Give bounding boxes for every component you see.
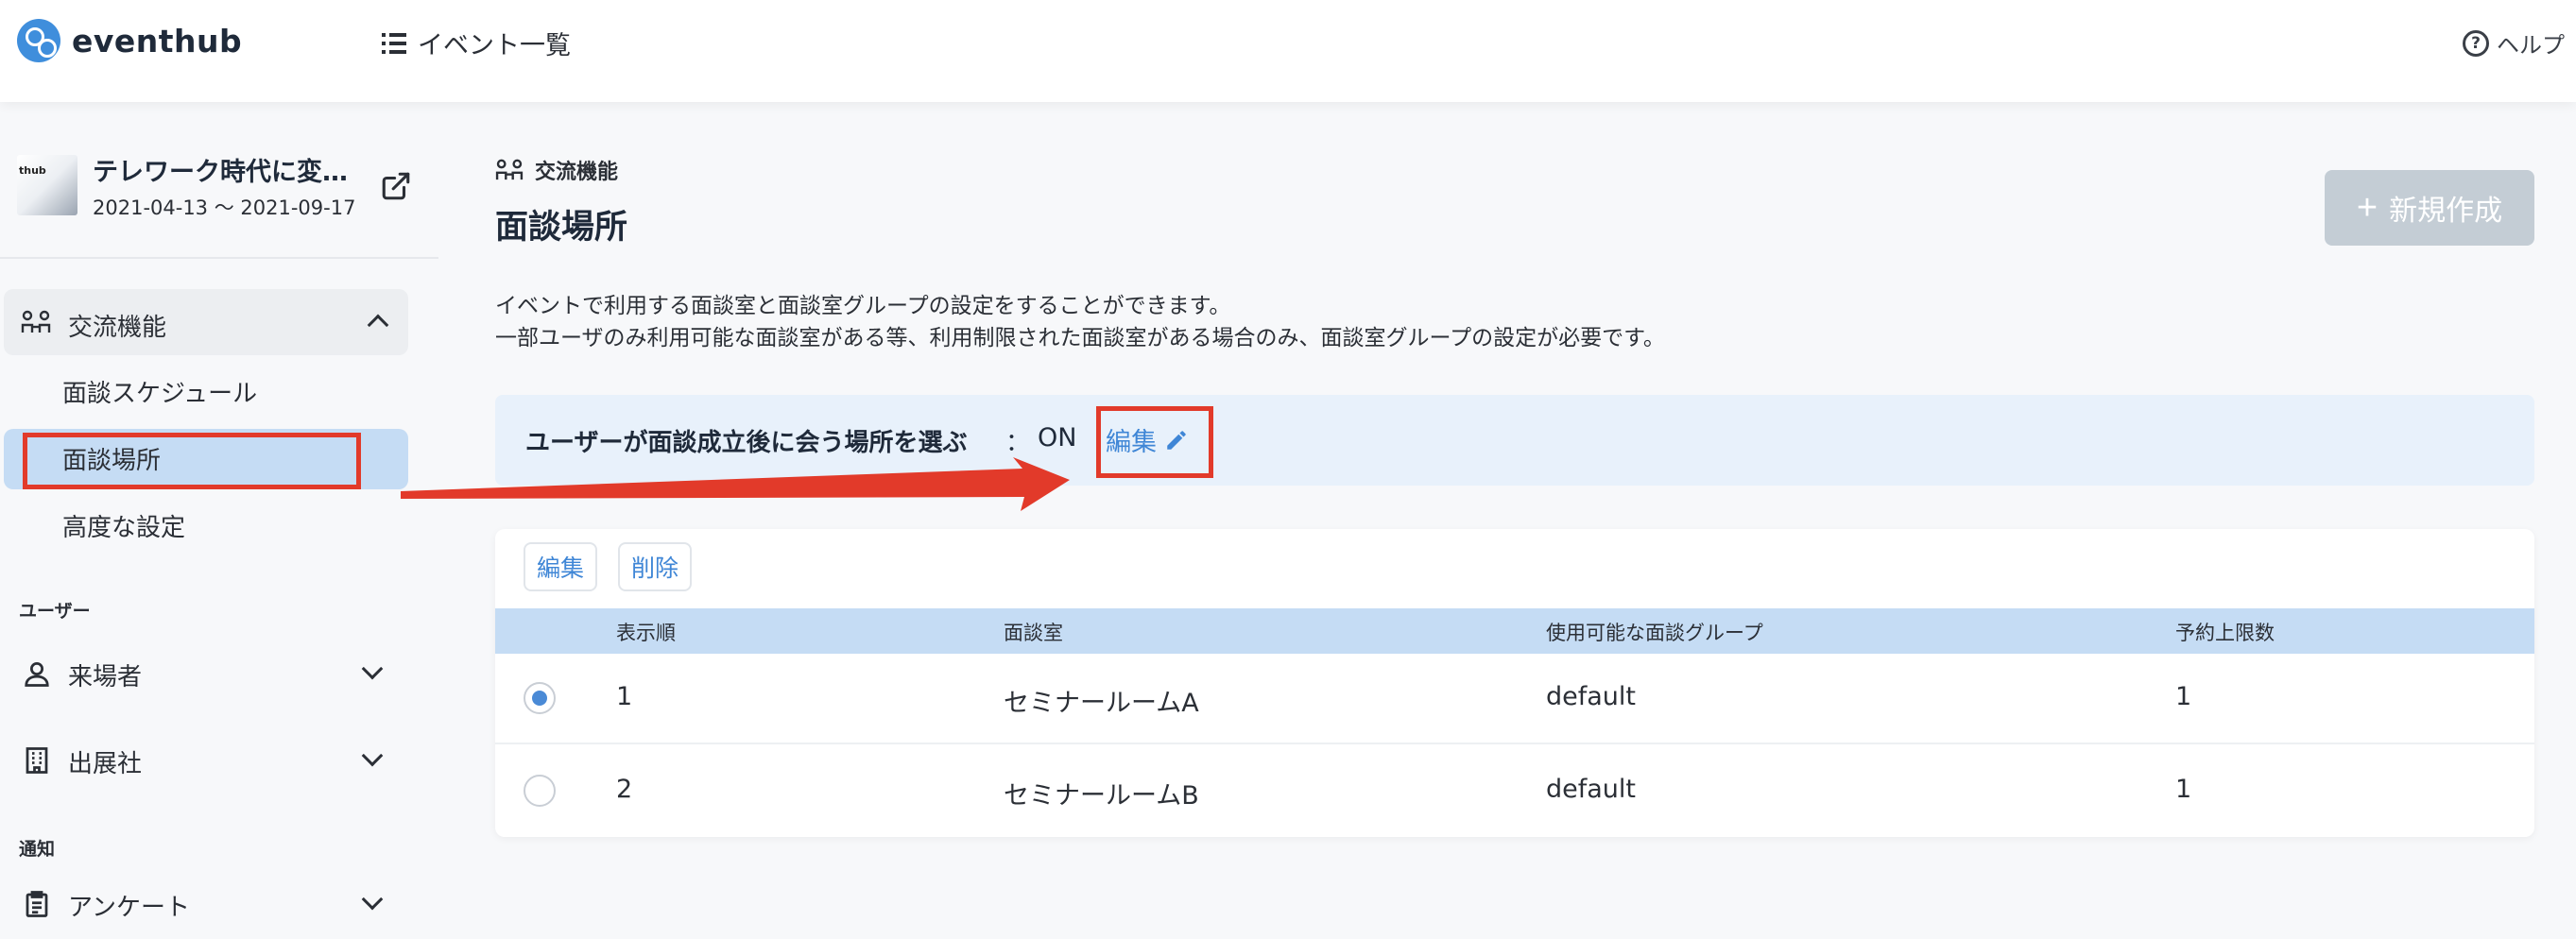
new-create-label: 新規作成 <box>2389 196 2503 227</box>
row-room: セミナールームB <box>1004 781 1199 811</box>
sidebar-item-exhibitors-label: 出展社 <box>68 750 143 778</box>
chevron-down-icon <box>361 888 384 911</box>
question-circle-icon: ? <box>2463 29 2489 57</box>
nav-event-list-label: イベント一覧 <box>418 31 571 60</box>
external-link-icon[interactable] <box>380 170 412 202</box>
annotation-highlight-edit <box>1096 406 1213 478</box>
setting-label: ユーザーが面談成立後に会う場所を選ぶ <box>525 429 968 457</box>
setting-colon: ： <box>1005 429 1031 457</box>
description-line-2: 一部ユーザのみ利用可能な面談室がある等、利用制限された面談室がある場合のみ、面談… <box>495 326 1665 350</box>
row-radio[interactable] <box>524 775 556 807</box>
new-create-button[interactable]: + 新規作成 <box>2325 170 2534 246</box>
breadcrumb: 交流機能 <box>495 155 618 185</box>
sidebar-section-notice: 通知 <box>19 839 56 860</box>
page-title: 面談場所 <box>495 209 628 247</box>
sidebar-divider <box>0 257 438 259</box>
sidebar-item-interview-schedule[interactable]: 面談スケジュール <box>62 374 257 409</box>
event-thumbnail-text: thub <box>19 164 46 177</box>
column-header-group[interactable]: 使用可能な面談グループ <box>1546 618 1763 646</box>
clipboard-icon <box>26 891 48 917</box>
sidebar-item-visitors-label: 来場者 <box>68 663 143 691</box>
brand-name: eventhub <box>72 22 243 60</box>
people-meeting-icon <box>21 310 51 333</box>
breadcrumb-label: 交流機能 <box>535 161 619 184</box>
sidebar-group-interaction[interactable]: 交流機能 <box>4 289 408 355</box>
sidebar-group-interaction-label: 交流機能 <box>68 314 167 342</box>
sidebar-item-visitors[interactable]: 来場者 <box>19 650 397 697</box>
table-header: 表示順 面談室 使用可能な面談グループ 予約上限数 <box>495 608 2534 654</box>
plus-icon: + <box>2356 188 2379 228</box>
annotation-highlight-sidebar <box>23 433 361 489</box>
row-order: 1 <box>616 682 633 711</box>
column-header-room[interactable]: 面談室 <box>1004 618 1063 646</box>
row-room: セミナールームA <box>1004 689 1199 718</box>
column-header-order[interactable]: 表示順 <box>616 618 676 646</box>
brand-logo[interactable]: eventhub <box>17 19 242 62</box>
table-row[interactable]: 2 セミナールームB default 1 <box>495 746 2534 837</box>
sidebar: thub テレワーク時代に変… 2021-04-13 〜 2021-09-17 … <box>0 102 438 939</box>
people-meeting-icon <box>495 159 524 180</box>
sidebar-section-users: ユーザー <box>19 601 91 622</box>
event-thumbnail: thub <box>17 155 77 215</box>
chevron-down-icon <box>361 744 384 767</box>
help-label: ヘルプ <box>2497 32 2565 59</box>
row-group: default <box>1546 682 1637 711</box>
sidebar-item-survey-label: アンケート <box>68 894 190 922</box>
list-icon <box>382 32 406 54</box>
nav-event-list[interactable]: イベント一覧 <box>382 25 571 61</box>
column-header-limit[interactable]: 予約上限数 <box>2175 618 2275 646</box>
event-title: テレワーク時代に変… <box>93 158 348 187</box>
table-delete-button[interactable]: 削除 <box>618 542 693 591</box>
row-limit: 1 <box>2175 682 2192 711</box>
chevron-up-icon <box>367 314 389 336</box>
meeting-place-setting: ユーザーが面談成立後に会う場所を選ぶ ： ON 編集 <box>495 395 2534 486</box>
description-line-1: イベントで利用する面談室と面談室グループの設定をすることができます。 <box>495 294 1231 318</box>
eventhub-logo-icon <box>17 19 60 62</box>
help-link[interactable]: ? ヘルプ <box>2463 26 2565 60</box>
row-group: default <box>1546 775 1637 804</box>
sidebar-item-survey[interactable]: アンケート <box>19 880 397 928</box>
row-radio[interactable] <box>524 682 556 714</box>
sidebar-item-exhibitors[interactable]: 出展社 <box>19 737 397 784</box>
row-limit: 1 <box>2175 775 2192 804</box>
row-order: 2 <box>616 775 633 804</box>
table-edit-button[interactable]: 編集 <box>524 542 598 591</box>
event-dates: 2021-04-13 〜 2021-09-17 <box>93 196 356 219</box>
top-header: eventhub イベント一覧 ? ヘルプ <box>0 0 2576 102</box>
setting-value: ON <box>1038 423 1077 452</box>
table-row[interactable]: 1 セミナールームA default 1 <box>495 654 2534 744</box>
sidebar-item-advanced-settings[interactable]: 高度な設定 <box>62 508 185 543</box>
event-summary: thub テレワーク時代に変… 2021-04-13 〜 2021-09-17 <box>17 149 433 225</box>
chevron-down-icon <box>361 657 384 680</box>
building-icon <box>26 747 48 774</box>
meeting-room-table: 編集 削除 表示順 面談室 使用可能な面談グループ 予約上限数 1 セミナールー… <box>495 529 2534 837</box>
person-icon <box>25 662 49 687</box>
